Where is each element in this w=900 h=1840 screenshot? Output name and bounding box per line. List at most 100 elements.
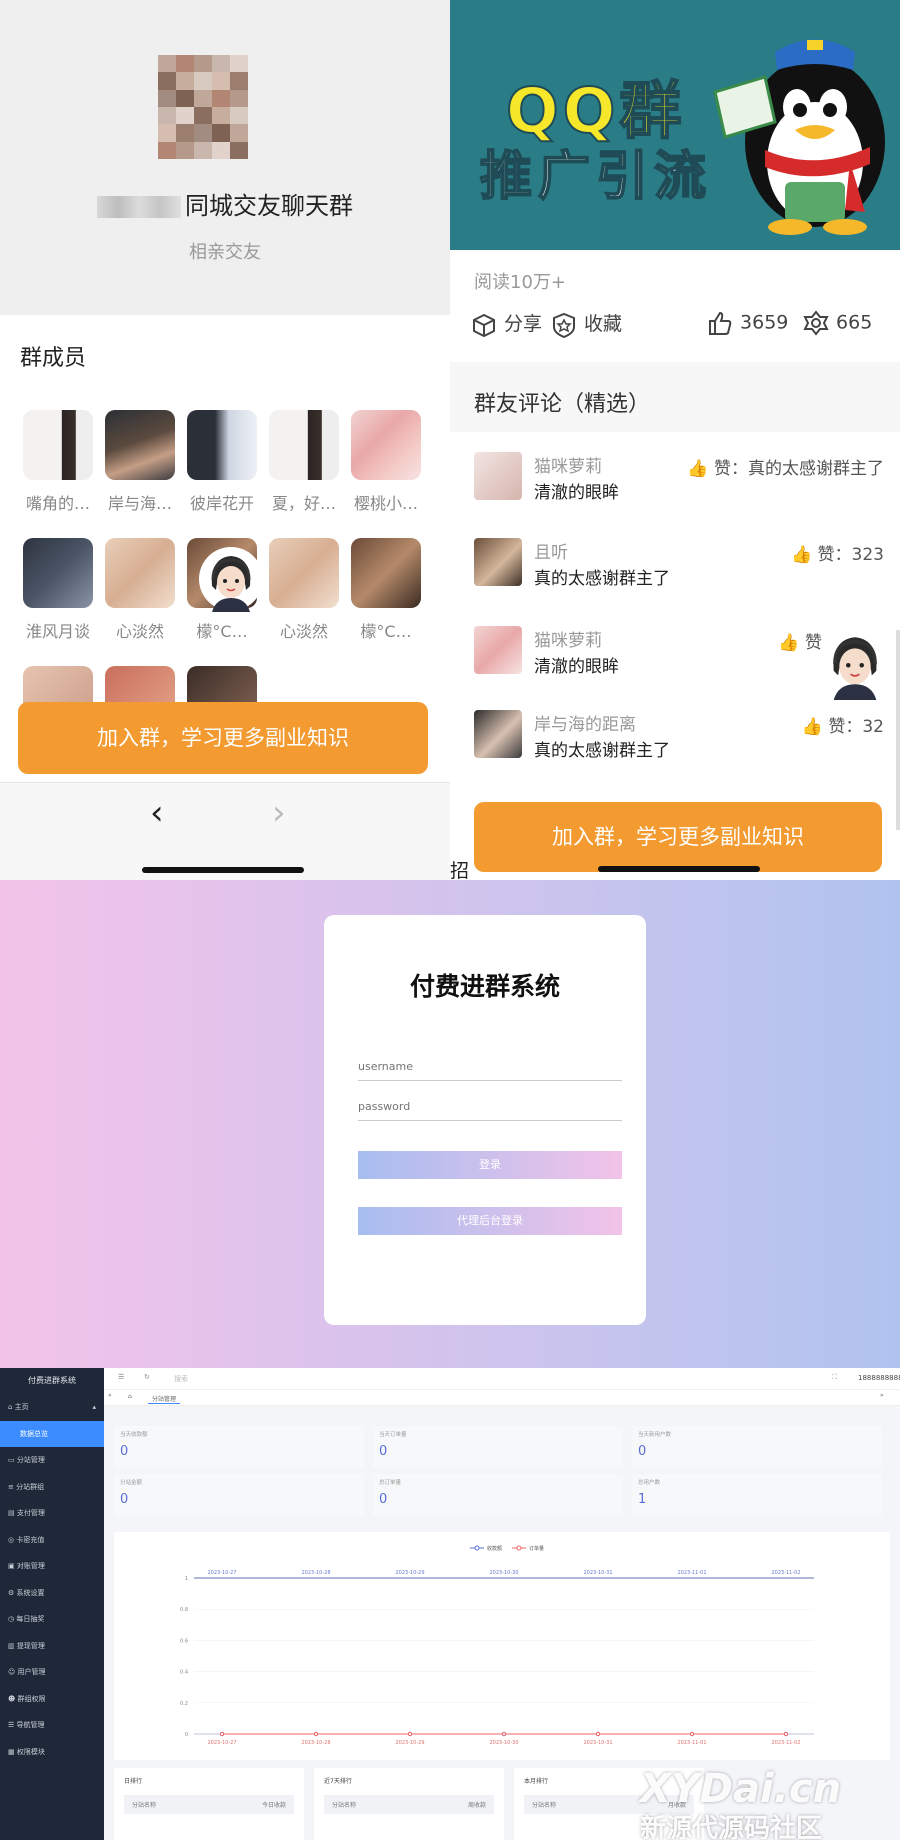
- member-item[interactable]: 樱桃小…: [346, 410, 426, 514]
- thumbs-up-icon: [709, 311, 732, 335]
- member-item[interactable]: 淮风月谈: [18, 538, 98, 642]
- ranking-panel-day: 日排行 分站名称 今日收款: [114, 1768, 304, 1840]
- comment-like[interactable]: 👍 赞: [778, 628, 822, 653]
- sidebar-item[interactable]: ▭ 分站管理: [0, 1447, 104, 1474]
- scrollbar[interactable]: [896, 630, 900, 830]
- ranking-title: 近7天排行: [324, 1778, 352, 1785]
- home-tab-icon[interactable]: ⌂: [128, 1393, 132, 1400]
- legend-label: 收款额: [487, 1545, 502, 1552]
- ranking-col: 周收款: [467, 1802, 486, 1809]
- stat-label: 总订单量: [379, 1480, 402, 1486]
- member-item[interactable]: 心淡然: [100, 538, 180, 642]
- sidebar-item[interactable]: ☻ 群组权限: [0, 1686, 104, 1713]
- sidebar-item[interactable]: ▦ 权限模块: [0, 1739, 104, 1766]
- sidebar-label: 系统设置: [16, 1588, 45, 1597]
- login-page: 付费进群系统 登录 代理后台登录: [0, 880, 900, 1368]
- admin-topbar: ☰ ↻ 搜索 ⛶ 18888888888: [104, 1368, 900, 1390]
- search-hint[interactable]: 搜索: [174, 1374, 188, 1384]
- x-tick-label-top: 2023-11-02: [771, 1570, 800, 1576]
- sidebar-item[interactable]: ☺ 用户管理: [0, 1659, 104, 1686]
- member-item[interactable]: 岸与海…: [100, 410, 180, 514]
- group-name-row: 同城交友聊天群: [0, 186, 450, 221]
- group-page-panel: 同城交友聊天群 相亲交友 群成员 嘴角的… 岸与海… 彼岸花开 夏，好… 樱桃小…: [0, 0, 450, 880]
- member-name: 嘴角的…: [25, 494, 90, 513]
- member-item[interactable]: 心淡然: [264, 538, 344, 642]
- y-tick-label: 0.4: [180, 1670, 188, 1676]
- tabs-left-icon[interactable]: «: [108, 1392, 112, 1399]
- back-icon[interactable]: ‹: [150, 793, 164, 833]
- group-name: 同城交友聊天群: [185, 192, 353, 220]
- password-input[interactable]: [358, 1093, 622, 1121]
- comment-item: 猫咪萝莉 清澈的眼眸 👍 赞：真的太感谢群主了: [474, 452, 884, 516]
- sidebar-label: 对账管理: [16, 1562, 45, 1570]
- sidebar-label: 群组权限: [17, 1694, 46, 1703]
- sidebar-label: 主页: [14, 1403, 29, 1411]
- member-item[interactable]: 嘴角的…: [18, 410, 98, 514]
- y-tick-label: 0: [185, 1732, 188, 1738]
- mosaic-cell: [158, 72, 176, 90]
- member-item[interactable]: 夏，好…: [264, 410, 344, 514]
- stat-card: 当天收款额 0: [114, 1426, 364, 1468]
- refresh-icon[interactable]: ↻: [144, 1373, 150, 1381]
- sidebar-item[interactable]: ⚙ 系统设置: [0, 1580, 104, 1607]
- ranking-header: 分站名称 周收款: [324, 1795, 494, 1814]
- sidebar-item[interactable]: ☰ 导航管理: [0, 1712, 104, 1739]
- members-heading: 群成员: [20, 346, 87, 371]
- comment-like[interactable]: 👍 赞：32: [802, 712, 884, 737]
- legend-marker: [474, 1545, 480, 1551]
- x-tick-label: 2023-11-01: [677, 1740, 706, 1746]
- sidebar-item[interactable]: ◷ 每日抽奖: [0, 1606, 104, 1633]
- blurred-text: [97, 196, 181, 218]
- tab-branch-manage[interactable]: 分站管理: [148, 1394, 181, 1404]
- sidebar-item[interactable]: ◎ 卡密充值: [0, 1527, 104, 1554]
- sidebar-item[interactable]: ≡ 分站群组: [0, 1474, 104, 1501]
- sidebar-item-overview[interactable]: 数据总览: [0, 1420, 104, 1447]
- comment-like[interactable]: 👍 赞：323: [791, 540, 884, 565]
- x-tick-label: 2023-10-30: [489, 1740, 518, 1746]
- mosaic-cell: [194, 124, 212, 142]
- sidebar-item[interactable]: ▤ 支付管理: [0, 1500, 104, 1527]
- like-count: 3659: [740, 311, 789, 334]
- support-agent-icon[interactable]: [198, 546, 264, 612]
- sidebar-label: 卡密充值: [16, 1535, 45, 1544]
- wow-button[interactable]: 665: [802, 309, 872, 337]
- login-button[interactable]: 登录: [358, 1151, 622, 1179]
- ranking-col: 分站名称: [332, 1802, 357, 1809]
- sidebar-item[interactable]: ▣ 对账管理: [0, 1553, 104, 1580]
- ranking-panel-week: 近7天排行分站名称 周收款: [314, 1768, 504, 1840]
- member-avatar: [105, 410, 175, 480]
- sidebar-label: 导航管理: [16, 1721, 45, 1729]
- comment-avatar: [474, 710, 522, 758]
- fullscreen-icon[interactable]: ⛶: [832, 1373, 837, 1382]
- share-button[interactable]: 分享: [470, 309, 542, 339]
- mosaic-cell: [194, 89, 212, 107]
- browser-nav-bar: ‹ ›: [0, 782, 450, 880]
- username-input[interactable]: [358, 1053, 622, 1081]
- member-item[interactable]: 彼岸花开: [182, 410, 262, 514]
- mosaic-cell: [176, 89, 194, 107]
- join-group-button[interactable]: 加入群，学习更多副业知识: [18, 702, 428, 774]
- member-item[interactable]: 檬°C…: [346, 538, 426, 642]
- join-group-button[interactable]: 加入群，学习更多副业知识: [474, 802, 882, 872]
- stat-card: 当天新用户数 0: [632, 1426, 882, 1468]
- like-button[interactable]: 3659: [706, 309, 788, 337]
- member-name: 心淡然: [115, 622, 164, 641]
- stat-label: 分站金额: [120, 1480, 143, 1486]
- menu-toggle-icon[interactable]: ☰: [118, 1373, 124, 1381]
- support-agent-icon[interactable]: [818, 626, 892, 700]
- stat-label: 当天订单量: [379, 1432, 407, 1438]
- user-phone[interactable]: 18888888888: [858, 1374, 900, 1382]
- sidebar-item[interactable]: ▥ 提现管理: [0, 1633, 104, 1660]
- tabs-right-icon[interactable]: »: [880, 1392, 884, 1399]
- comment-like[interactable]: 👍 赞：真的太感谢群主了: [687, 454, 884, 479]
- sidebar-item-home[interactable]: ⌂ 主页 ▴: [0, 1394, 104, 1421]
- favorite-button[interactable]: 收藏: [550, 309, 622, 339]
- stat-value: 0: [379, 1444, 388, 1459]
- agent-login-button[interactable]: 代理后台登录: [358, 1207, 622, 1235]
- sidebar-label: 分站群组: [16, 1482, 45, 1491]
- member-avatar: [105, 538, 175, 608]
- stat-value: 1: [638, 1492, 647, 1507]
- forward-icon[interactable]: ›: [272, 793, 286, 833]
- home-indicator: [142, 867, 304, 873]
- stat-card: 总用户数 1: [632, 1474, 882, 1516]
